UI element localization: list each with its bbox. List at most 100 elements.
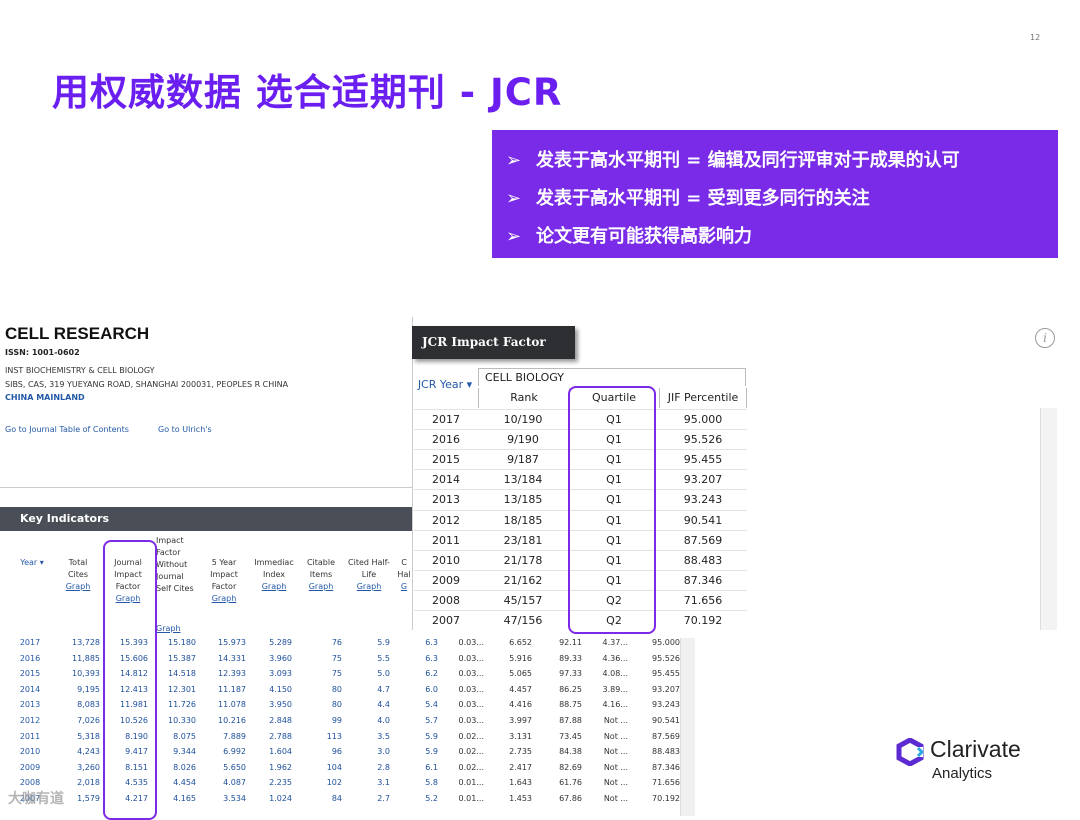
key-indicators-cell: 5.650: [223, 762, 246, 772]
key-indicators-cell: 14.331: [218, 653, 246, 663]
jcr-cell: 88.483: [683, 553, 723, 567]
key-indicators-cell: 2.417: [509, 762, 532, 772]
key-indicators-cell: 2.7: [377, 794, 390, 803]
key-indicators-cell: 2.848: [269, 716, 292, 725]
key-indicators-cell: 1.453: [509, 794, 532, 803]
jcr-cell: 95.526: [683, 433, 723, 447]
graph-link[interactable]: Graph: [66, 582, 91, 591]
graph-link[interactable]: Graph: [262, 582, 287, 591]
key-indicators-cell: 5.9: [377, 638, 390, 647]
key-indicators-cell: 99: [331, 716, 342, 725]
journal-issn: ISSN: 1001-0602: [5, 348, 80, 357]
key-indicators-cell: 12.393: [218, 669, 246, 679]
arrow-icon: ➢: [506, 188, 522, 209]
key-indicators-cell: 5.8: [425, 778, 438, 788]
key-indicators-cell: 3.960: [269, 653, 292, 663]
key-indicators-cell: 104: [326, 762, 342, 772]
key-indicators-cell: 2015: [19, 669, 41, 679]
jcr-cell: 2016: [432, 433, 460, 447]
key-indicators-cell: 0.03...: [458, 684, 484, 694]
year-sort-header[interactable]: Year ▾: [14, 557, 50, 569]
slide-title: 用权威数据 选合适期刊 - JCR: [52, 71, 563, 114]
key-indicators-cell: 90.541: [652, 716, 680, 725]
callout-bullet-1: ➢ 发表于高水平期刊 = 编辑及同行评审对于成果的认可: [506, 150, 960, 171]
key-indicators-cell: Not ...: [603, 747, 628, 757]
jcr-cell: 2015: [432, 453, 460, 467]
key-indicators-cell: 6.0: [425, 684, 438, 694]
key-indicators-cell: 13,728: [72, 638, 100, 647]
graph-link[interactable]: Graph: [156, 624, 181, 633]
key-indicators-scrollbar[interactable]: [680, 638, 695, 816]
jcr-cell: 87.346: [683, 573, 723, 587]
jcr-year-sort-header[interactable]: JCR Year ▾: [414, 378, 476, 391]
jcr-cell: 2017: [432, 413, 460, 426]
jcr-cell: 21/178: [503, 553, 543, 567]
key-indicators-cell: 2016: [19, 653, 41, 663]
key-indicators-cell: 5.7: [425, 716, 438, 725]
key-indicators-cell: 11.187: [218, 684, 246, 694]
key-indicators-cell: 88.75: [559, 700, 582, 710]
journal-publisher: INST BIOCHEMISTRY & CELL BIOLOGY: [5, 366, 155, 375]
key-indicators-cell: 9,195: [77, 684, 100, 694]
journal-address: SIBS, CAS, 319 YUEYANG ROAD, SHANGHAI 20…: [5, 380, 289, 389]
key-indicators-cell: 3.534: [223, 794, 246, 803]
key-indicators-cell: 11.078: [218, 700, 246, 710]
jcr-cell: 21/162: [503, 573, 543, 587]
graph-link[interactable]: Graph: [309, 582, 334, 591]
key-indicators-cell: 2.788: [269, 731, 292, 741]
jcr-cell: 93.243: [683, 493, 723, 507]
key-indicators-cell: 2014: [19, 684, 41, 694]
key-indicators-cell: 5.4: [425, 700, 438, 710]
key-indicators-cell: 87.88: [559, 716, 582, 725]
jcr-cell: 70.192: [683, 614, 723, 627]
jcr-scrollbar[interactable]: [1040, 408, 1057, 630]
jcr-cell: 13/185: [503, 493, 543, 507]
key-indicators-cell: 0.03...: [458, 638, 484, 647]
ulrich-link[interactable]: Go to Ulrich's: [158, 425, 212, 434]
key-indicators-cell: Not ...: [603, 716, 628, 725]
jcr-cell: 2013: [432, 493, 460, 507]
key-indicators-cell: 92.11: [559, 638, 582, 647]
key-indicators-cell: 75: [331, 669, 342, 679]
arrow-icon: ➢: [506, 226, 522, 247]
jcr-cell: 9/190: [507, 433, 539, 447]
quartile-highlight-box: [568, 386, 656, 634]
key-indicators-cell: 2011: [19, 731, 41, 741]
key-indicators-cell: 3.89...: [602, 684, 628, 694]
key-indicators-cell: 4.150: [269, 684, 292, 694]
jcr-cell: 2011: [432, 533, 460, 547]
key-indicators-cell: 2.735: [509, 747, 532, 757]
key-indicators-cell: 3.131: [509, 731, 532, 741]
immediacy-index-header: Immediac Index Graph: [254, 558, 294, 591]
key-indicators-cell: 4.37...: [602, 638, 628, 647]
journal-toc-link[interactable]: Go to Journal Table of Contents: [5, 425, 129, 434]
key-indicators-column-headers: Year ▾ Total Cites Graph Journal Impact F…: [0, 531, 412, 639]
graph-link[interactable]: Graph: [357, 582, 382, 591]
key-indicators-cell: 0.02...: [458, 731, 484, 741]
key-indicators-cell: 87.569: [652, 731, 680, 741]
key-indicators-cell: 0.02...: [458, 762, 484, 772]
key-indicators-cell: 73.45: [559, 731, 582, 741]
graph-link[interactable]: G: [401, 582, 407, 591]
key-indicators-cell: 3.1: [377, 778, 390, 788]
key-indicators-cell: 2013: [19, 700, 41, 710]
key-indicators-cell: 4.4: [377, 700, 390, 710]
jcr-cell: 90.541: [683, 513, 723, 527]
key-indicators-cell: 0.02...: [458, 747, 484, 757]
graph-link[interactable]: Graph: [212, 594, 237, 603]
key-indicators-cell: 7,026: [77, 716, 100, 725]
key-indicators-cell: 6.3: [425, 653, 438, 663]
info-icon[interactable]: i: [1035, 328, 1055, 348]
key-indicators-cell: 2,018: [77, 778, 100, 788]
key-indicators-cell: 4.36...: [602, 653, 628, 663]
key-indicators-cell: Not ...: [603, 778, 628, 788]
key-indicators-cell: 80: [331, 700, 342, 710]
jcr-cell: 95.455: [683, 453, 723, 467]
jcr-cell: 47/156: [503, 614, 543, 627]
key-indicators-cell: 95.000: [652, 638, 680, 647]
jcr-cell: 2007: [432, 614, 460, 627]
key-indicators-cell: 0.01...: [458, 794, 484, 803]
key-indicators-cell: 96: [331, 747, 342, 757]
key-indicators-cell: 5,318: [77, 731, 100, 741]
callout-bullet-3: ➢ 论文更有可能获得高影响力: [506, 226, 752, 247]
